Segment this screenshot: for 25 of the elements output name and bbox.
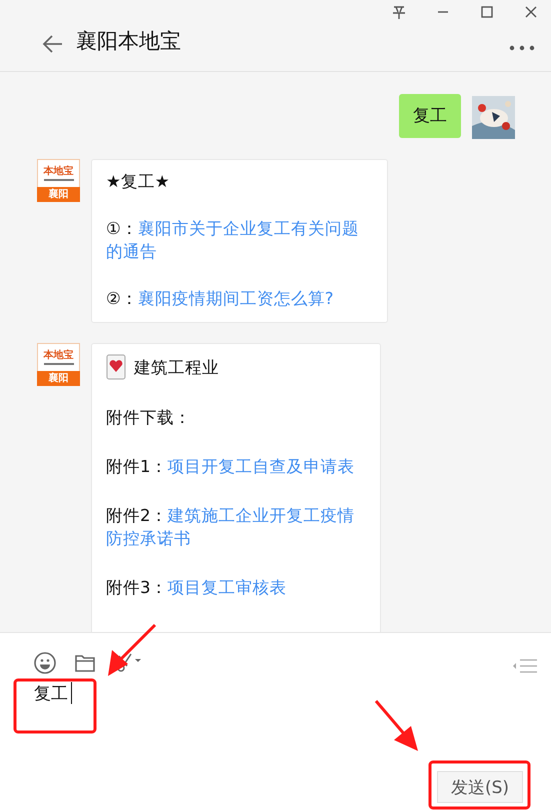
back-arrow-icon[interactable] — [42, 33, 64, 55]
avatar-city: 襄阳 — [37, 187, 80, 202]
emoji-icon[interactable] — [33, 651, 57, 675]
window-title: 襄阳本地宝 — [76, 28, 181, 55]
heart-card-icon — [106, 354, 126, 380]
avatar-brand: 本地宝 — [44, 350, 74, 361]
send-button[interactable]: 发送(S) — [437, 771, 523, 803]
more-icon[interactable] — [509, 45, 535, 51]
article-link[interactable]: 附件2：建筑施工企业开复工疫情防控承诺书 — [106, 504, 364, 550]
maximize-icon[interactable] — [479, 4, 495, 20]
article-link[interactable]: ①：襄阳市关于企业复工有关问题的通告 — [106, 217, 371, 263]
annotation-arrow — [374, 700, 418, 751]
avatar-brand: 本地宝 — [44, 166, 74, 177]
annotation-arrow-overlay — [108, 624, 156, 676]
article-link[interactable]: ②：襄阳疫情期间工资怎么算? — [106, 287, 371, 310]
message-title: ★复工★ — [106, 171, 171, 193]
message-bubble: 复工 — [399, 94, 461, 138]
message-text: 附件下载： — [106, 407, 192, 429]
article-link[interactable]: 附件3：项目复工审核表 — [106, 576, 364, 599]
message-input-field[interactable]: 复工 — [34, 683, 334, 703]
article-link[interactable]: 附件1：项目开复工自查及申请表 — [106, 455, 364, 478]
close-icon[interactable] — [523, 4, 539, 20]
avatar-city: 襄阳 — [37, 371, 80, 386]
message-heading: 建筑工程业 — [134, 356, 219, 378]
pin-icon[interactable] — [391, 4, 407, 20]
